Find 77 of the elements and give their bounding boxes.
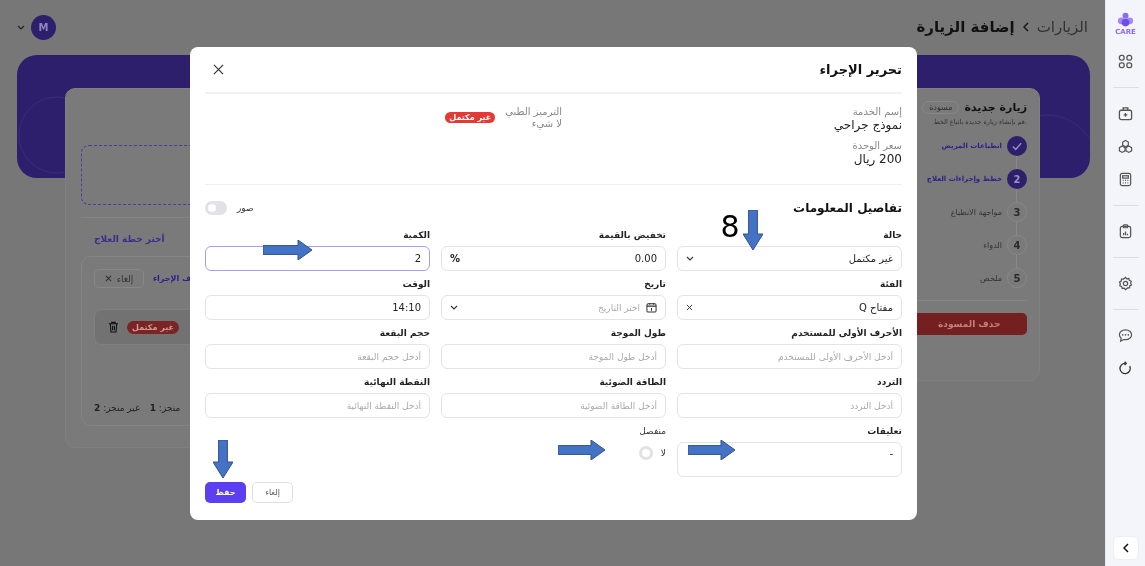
date-field[interactable]: اختر التاريخ	[441, 295, 666, 320]
collapse-button[interactable]	[1112, 536, 1139, 560]
input-field[interactable]: أدخل طول الموجة	[441, 344, 666, 369]
user-avatar[interactable]: M	[31, 14, 56, 40]
field-label: التردد	[877, 376, 902, 389]
clear-icon[interactable]	[686, 304, 693, 311]
input-field[interactable]: أدخل حجم البقعة	[205, 344, 430, 369]
select-field[interactable]: مفتاح Q	[677, 295, 902, 320]
step-label[interactable]: مواجهة الانطباع	[950, 207, 1002, 217]
breadcrumb-link[interactable]: الزيارات	[1036, 18, 1088, 36]
field-label: الطاقة الضوئية	[599, 376, 666, 389]
cubes-icon[interactable]	[1118, 139, 1133, 154]
caret-icon[interactable]	[17, 24, 25, 30]
input-field[interactable]: أدخل الأحرف الأولى للمستخدم	[677, 344, 902, 369]
step-label[interactable]: الدواء	[983, 240, 1002, 250]
separate-toggle[interactable]	[638, 446, 653, 460]
toggle-label: لا	[660, 448, 666, 458]
annotation-arrow	[688, 440, 735, 460]
medical-bag-icon[interactable]	[1118, 106, 1133, 121]
step-label[interactable]: ملخص	[980, 273, 1002, 283]
annotation-arrow	[558, 440, 605, 460]
field-label: حجم البقعة	[379, 327, 430, 340]
step-indicator: 2	[1007, 169, 1027, 189]
annotation-arrow	[213, 440, 233, 478]
input-field[interactable]: 0.00 %	[441, 246, 666, 271]
visit-title: زيارة جديدة	[964, 101, 1027, 114]
calendar-icon	[646, 302, 657, 313]
close-icon[interactable]	[213, 64, 224, 75]
clipboard-icon[interactable]	[1118, 224, 1133, 239]
field-label: منفصل	[639, 425, 666, 438]
calculator-icon[interactable]	[1118, 172, 1133, 187]
photos-toggle[interactable]	[205, 201, 227, 215]
input-field[interactable]: أدخل التردد	[677, 393, 902, 418]
input-field[interactable]: أدخل الطاقة الضوئية	[441, 393, 666, 418]
chevron-down-icon	[686, 256, 694, 261]
cancel-button[interactable]: إلغاء	[252, 482, 293, 503]
field-label: تاريخ	[644, 278, 666, 291]
settings-icon[interactable]	[1118, 276, 1133, 291]
field-label: تخفيض بالقيمة	[598, 229, 666, 242]
info-label: إسم الخدمة	[852, 106, 902, 117]
choose-plan-link[interactable]: أختر خطة العلاج	[94, 234, 165, 244]
field-label: الوقت	[402, 278, 430, 291]
info-value: 200 ريال	[853, 152, 902, 166]
info-value: نموذج جراحي	[833, 118, 902, 132]
status-badge: غير مكتمل	[127, 320, 179, 334]
chevron-down-icon	[450, 305, 458, 310]
save-button[interactable]: حفظ	[205, 482, 246, 503]
section-title: تفاصيل المعلومات	[793, 201, 902, 215]
field-label: الفئة	[879, 278, 902, 291]
chevron-icon	[1022, 22, 1029, 32]
grid-icon[interactable]	[1118, 54, 1133, 69]
percent-sign: %	[450, 253, 461, 264]
status-badge: غير مكتمل	[445, 112, 496, 123]
info-label: سعر الوحدة	[852, 140, 902, 151]
chevron-icon	[1122, 543, 1129, 553]
toggle-label: صور	[237, 203, 254, 213]
comments-field[interactable]: -	[677, 442, 902, 477]
input-field[interactable]: أدخل النقطة النهائية	[205, 393, 430, 418]
annotation-arrow	[263, 240, 312, 260]
dialog-title: تحرير الإجراء	[819, 62, 902, 77]
field-label: النقطة النهائية	[364, 376, 430, 389]
cancel-button[interactable]: إلغاء	[94, 269, 144, 288]
close-icon	[104, 275, 112, 282]
field-label: تعليقات	[867, 425, 902, 438]
annotation-arrow	[743, 210, 763, 250]
field-label: طول الموجة	[610, 327, 666, 340]
input-field[interactable]: 14:10	[205, 295, 430, 320]
info-value: لا شيء	[531, 118, 562, 129]
select-field[interactable]: غير مكتمل	[677, 246, 902, 271]
annotation-number: 8	[719, 209, 741, 245]
chat-icon[interactable]	[1118, 328, 1133, 343]
refresh-icon[interactable]	[1118, 361, 1133, 376]
info-label: الترميز الطبي	[505, 106, 562, 117]
page-title: إضافة الزيارة	[916, 18, 1015, 36]
field-label: الكمية	[403, 229, 430, 242]
field-label: حالة	[883, 229, 902, 242]
trash-icon[interactable]	[108, 321, 119, 333]
